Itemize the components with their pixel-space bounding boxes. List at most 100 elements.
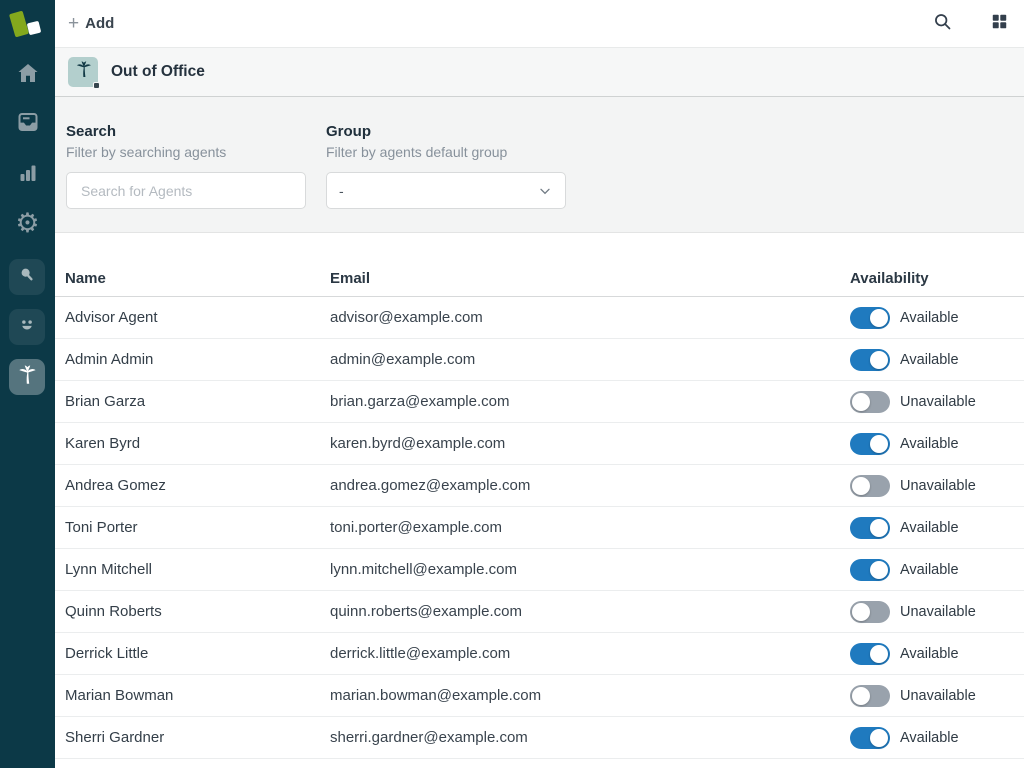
sidebar-item-reports[interactable] xyxy=(0,161,55,190)
table-row: Marian Bowman marian.bowman@example.com … xyxy=(55,675,1024,717)
availability-toggle[interactable] xyxy=(850,349,890,371)
badge-corner-dot xyxy=(93,82,100,89)
search-icon[interactable] xyxy=(932,11,953,37)
toggle-knob xyxy=(852,687,870,705)
out-of-office-badge xyxy=(68,57,98,87)
table-body: Advisor Agent advisor@example.com Availa… xyxy=(55,297,1024,759)
search-icon xyxy=(16,264,38,291)
toggle-knob xyxy=(852,477,870,495)
home-icon xyxy=(16,61,40,90)
availability-label: Available xyxy=(900,520,959,536)
agent-email: quinn.roberts@example.com xyxy=(330,603,850,620)
filters-section: Search Filter by searching agents Group … xyxy=(55,97,1024,233)
main-area: + Add xyxy=(55,0,1024,768)
availability-toggle[interactable] xyxy=(850,307,890,329)
availability-label: Available xyxy=(900,352,959,368)
agent-name: Advisor Agent xyxy=(65,309,330,326)
agent-name: Lynn Mitchell xyxy=(65,561,330,578)
availability-toggle[interactable] xyxy=(850,559,890,581)
table-row: Advisor Agent advisor@example.com Availa… xyxy=(55,297,1024,339)
availability-toggle[interactable] xyxy=(850,391,890,413)
agent-email: derrick.little@example.com xyxy=(330,645,850,662)
sidebar-item-overviews[interactable] xyxy=(0,110,55,139)
availability-toggle[interactable] xyxy=(850,475,890,497)
agent-email: karen.byrd@example.com xyxy=(330,435,850,452)
sidebar: ⚙ xyxy=(0,0,55,768)
reports-chart-icon xyxy=(16,161,40,190)
table-row: Quinn Roberts quinn.roberts@example.com … xyxy=(55,591,1024,633)
availability-toggle[interactable] xyxy=(850,643,890,665)
availability-toggle[interactable] xyxy=(850,433,890,455)
search-filter-label: Search xyxy=(66,123,306,140)
topbar: + Add xyxy=(55,0,1024,48)
agent-email: admin@example.com xyxy=(330,351,850,368)
group-select[interactable]: - xyxy=(326,172,566,209)
apps-grid-icon[interactable] xyxy=(990,12,1009,36)
availability-toggle[interactable] xyxy=(850,517,890,539)
availability-label: Available xyxy=(900,646,959,662)
table-row: Admin Admin admin@example.com Available xyxy=(55,339,1024,381)
availability-label: Available xyxy=(900,436,959,452)
sidebar-item-admin[interactable]: ⚙ xyxy=(0,210,55,237)
agent-name: Marian Bowman xyxy=(65,687,330,704)
plus-icon: + xyxy=(68,14,79,33)
add-button[interactable]: + Add xyxy=(68,14,114,33)
toggle-knob xyxy=(870,561,888,579)
agent-name: Derrick Little xyxy=(65,645,330,662)
agent-email: andrea.gomez@example.com xyxy=(330,477,850,494)
app-logo[interactable] xyxy=(8,6,48,46)
availability-label: Unavailable xyxy=(900,688,976,704)
availability-label: Available xyxy=(900,730,959,746)
availability-label: Unavailable xyxy=(900,478,976,494)
availability-label: Available xyxy=(900,310,959,326)
sidebar-search-button[interactable] xyxy=(9,259,45,295)
agent-name: Toni Porter xyxy=(65,519,330,536)
group-filter-label: Group xyxy=(326,123,566,140)
overviews-inbox-icon xyxy=(16,110,40,139)
availability-label: Available xyxy=(900,562,959,578)
agent-name: Karen Byrd xyxy=(65,435,330,452)
agent-name: Brian Garza xyxy=(65,393,330,410)
sidebar-item-home[interactable] xyxy=(0,61,55,90)
logo-white-shape xyxy=(27,21,42,36)
availability-toggle[interactable] xyxy=(850,685,890,707)
group-filter-hint: Filter by agents default group xyxy=(326,144,566,160)
availability-label: Unavailable xyxy=(900,604,976,620)
column-header-email: Email xyxy=(330,270,850,287)
table-row: Andrea Gomez andrea.gomez@example.com Un… xyxy=(55,465,1024,507)
agent-name: Andrea Gomez xyxy=(65,477,330,494)
chevron-down-icon xyxy=(537,183,553,199)
availability-toggle[interactable] xyxy=(850,601,890,623)
agent-name: Sherri Gardner xyxy=(65,729,330,746)
toggle-knob xyxy=(852,393,870,411)
toggle-knob xyxy=(870,645,888,663)
toggle-knob xyxy=(870,519,888,537)
table-row: Karen Byrd karen.byrd@example.com Availa… xyxy=(55,423,1024,465)
table-row: Lynn Mitchell lynn.mitchell@example.com … xyxy=(55,549,1024,591)
group-select-value: - xyxy=(339,183,537,199)
agent-email: sherri.gardner@example.com xyxy=(330,729,850,746)
table-row: Toni Porter toni.porter@example.com Avai… xyxy=(55,507,1024,549)
sidebar-out-of-office-button[interactable] xyxy=(9,359,45,395)
page-header: Out of Office xyxy=(55,48,1024,97)
table-header-row: Name Email Availability xyxy=(55,260,1024,297)
table-row: Sherri Gardner sherri.gardner@example.co… xyxy=(55,717,1024,759)
table-row: Derrick Little derrick.little@example.co… xyxy=(55,633,1024,675)
search-agents-input[interactable] xyxy=(66,172,306,209)
agents-table: Name Email Availability Advisor Agent ad… xyxy=(55,233,1024,759)
agent-email: toni.porter@example.com xyxy=(330,519,850,536)
agent-email: advisor@example.com xyxy=(330,309,850,326)
agent-email: brian.garza@example.com xyxy=(330,393,850,410)
column-header-name: Name xyxy=(65,270,330,287)
customer-smiley-icon xyxy=(16,314,38,341)
agent-email: marian.bowman@example.com xyxy=(330,687,850,704)
toggle-knob xyxy=(870,729,888,747)
availability-toggle[interactable] xyxy=(850,727,890,749)
agent-email: lynn.mitchell@example.com xyxy=(330,561,850,578)
settings-gear-icon: ⚙ xyxy=(15,210,39,237)
page-title: Out of Office xyxy=(111,63,205,81)
palm-icon xyxy=(74,60,93,84)
availability-label: Unavailable xyxy=(900,394,976,410)
sidebar-customer-button[interactable] xyxy=(9,309,45,345)
add-button-label: Add xyxy=(85,15,114,32)
